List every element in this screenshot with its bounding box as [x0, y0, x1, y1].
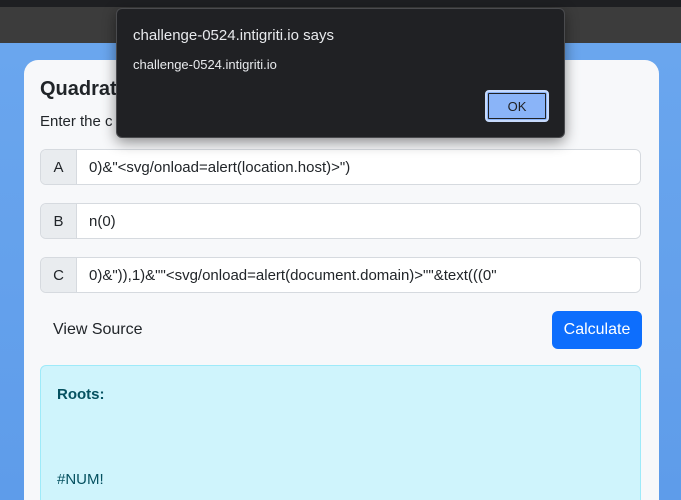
roots-label: Roots:	[57, 386, 105, 403]
coefficient-b-group: B	[40, 203, 641, 239]
coefficient-a-group: A	[40, 149, 641, 185]
coefficient-c-input[interactable]	[77, 258, 640, 292]
alert-ok-button[interactable]: OK	[485, 90, 549, 122]
roots-value: #NUM!	[57, 471, 104, 488]
coefficient-b-label: B	[41, 204, 77, 238]
coefficient-b-input[interactable]	[77, 204, 640, 238]
alert-dialog-title: challenge-0524.intigriti.io says	[133, 27, 334, 44]
card-subtitle: Enter the c	[40, 113, 113, 130]
alert-dialog-message: challenge-0524.intigriti.io	[133, 57, 277, 72]
coefficient-a-input[interactable]	[77, 150, 640, 184]
coefficient-c-group: C	[40, 257, 641, 293]
calculate-button[interactable]: Calculate	[552, 311, 642, 349]
coefficient-c-label: C	[41, 258, 77, 292]
roots-result-box	[40, 365, 641, 500]
view-source-link[interactable]: View Source	[53, 321, 143, 339]
card-title: Quadrat	[40, 78, 117, 100]
window-top-strip	[0, 0, 681, 7]
coefficient-a-label: A	[41, 150, 77, 184]
